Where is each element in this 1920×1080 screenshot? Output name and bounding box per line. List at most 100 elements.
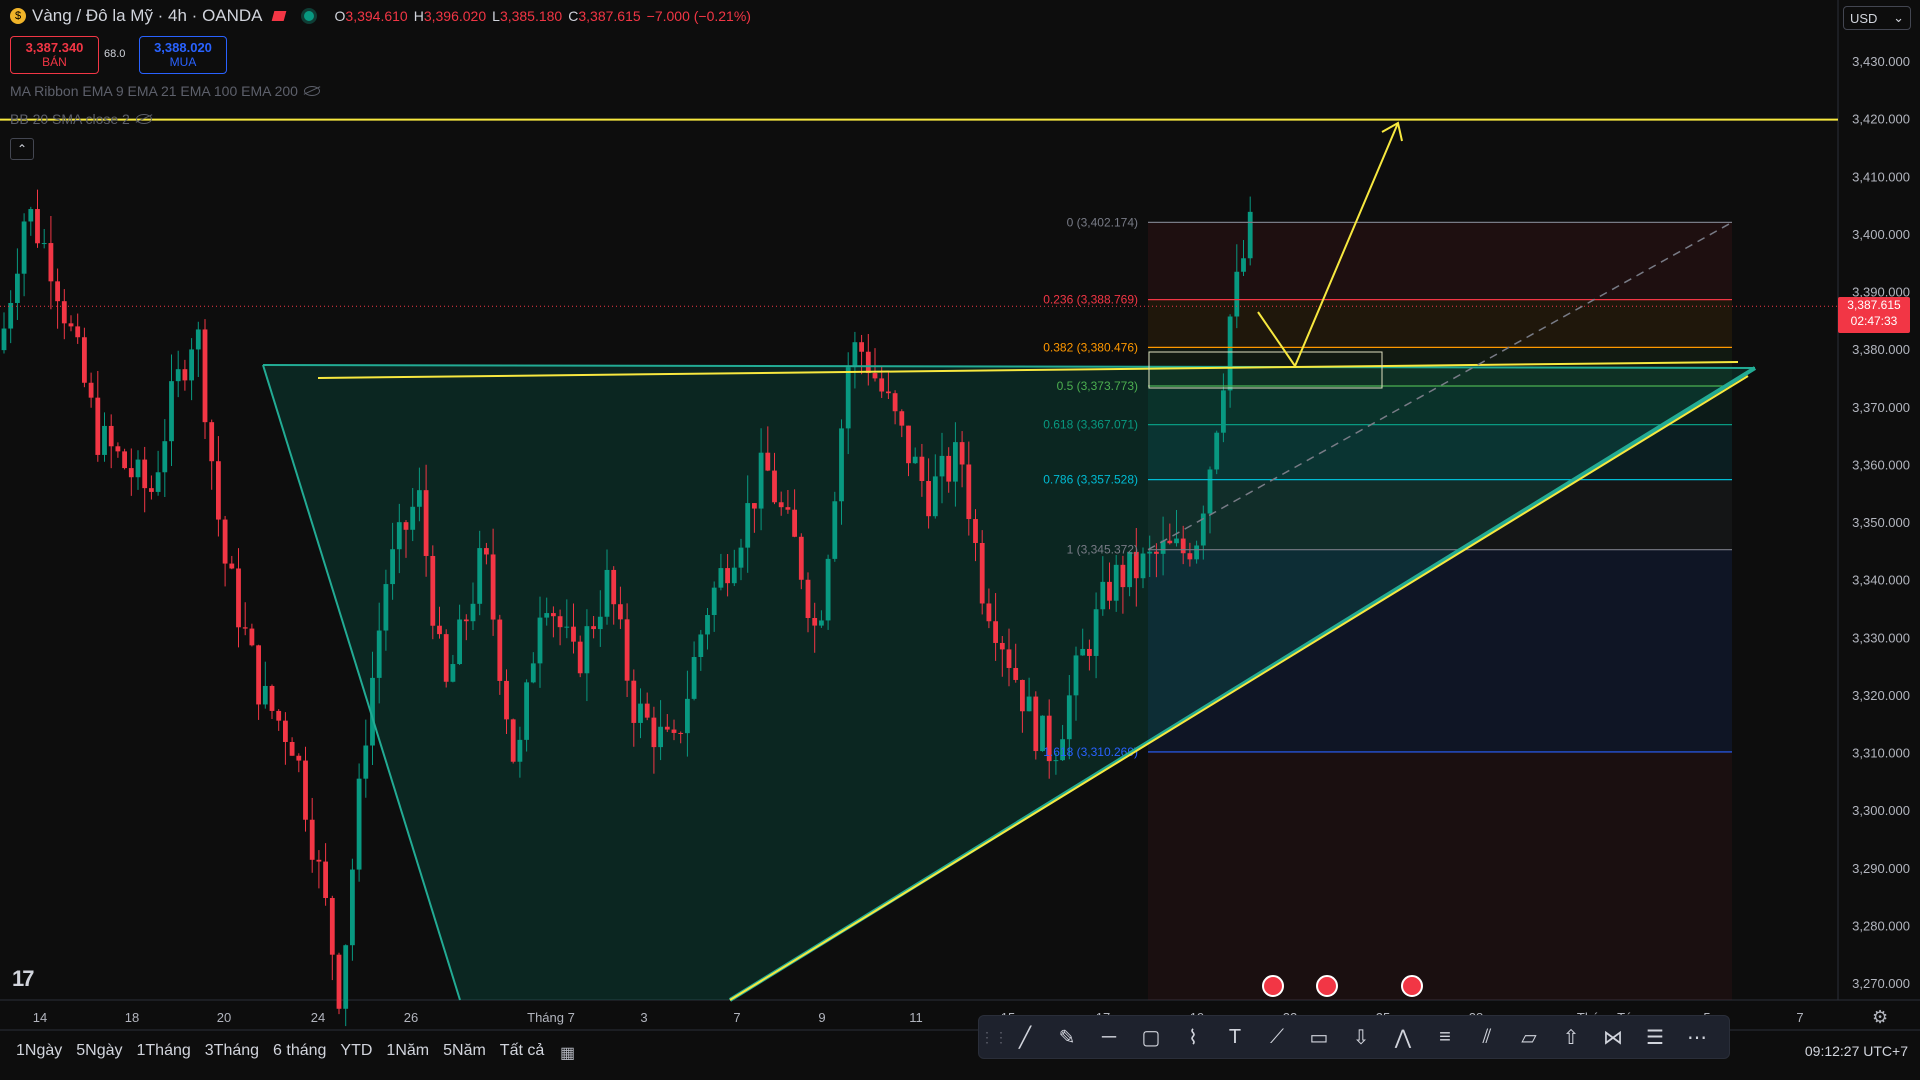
candle-body (363, 745, 369, 779)
symbol-header[interactable]: $ Vàng / Đô la Mỹ · 4h · OANDA O3,394.61… (10, 6, 751, 26)
price-chart[interactable]: 0 (3,402.174) 0.236 (3,388.769) 0.382 (3,3… (0, 0, 1920, 1080)
symbol-title[interactable]: Vàng / Đô la Mỹ · 4h · OANDA (32, 6, 263, 26)
candle-body (1, 328, 7, 351)
horizontal-line-icon[interactable]: ─ (1091, 1019, 1127, 1055)
currency-select[interactable]: USD ⌄ (1843, 6, 1911, 30)
fib-zone (1148, 751, 1732, 1000)
candle-body (564, 626, 570, 628)
time-axis-label: 7 (733, 1010, 740, 1025)
candle-body (1080, 648, 1086, 656)
range-1y[interactable]: 1Năm (386, 1042, 429, 1060)
candle-body (396, 522, 402, 550)
candle-body (1234, 271, 1240, 317)
range-ytd[interactable]: YTD (340, 1042, 372, 1060)
hidden-eye-icon[interactable] (303, 86, 320, 96)
more-lines-icon[interactable]: ⋯ (1679, 1019, 1715, 1055)
candle-body (316, 859, 322, 862)
time-axis-label: 7 (1796, 1010, 1803, 1025)
candle-body (510, 719, 516, 762)
candle-body (731, 567, 737, 584)
hidden-eye-icon[interactable] (135, 114, 152, 124)
candle-body (1020, 679, 1025, 712)
candle-body (993, 621, 998, 643)
indicator-bb[interactable]: BB 20 SMA close 2 (10, 111, 152, 127)
candle-body (1127, 551, 1132, 588)
candle-body (477, 548, 483, 604)
indicator-ma-ribbon[interactable]: MA Ribbon EMA 9 EMA 21 EMA 100 EMA 200 (10, 83, 320, 99)
candle-body (95, 397, 101, 455)
candle-body (544, 613, 550, 618)
range-all[interactable]: Tất cả (500, 1042, 544, 1060)
candle-body (122, 451, 127, 469)
candle-body (1053, 760, 1059, 762)
clock-timezone[interactable]: 09:12:27 UTC+7 (1805, 1043, 1908, 1059)
price-axis-label: 3,290.000 (1852, 861, 1910, 876)
us-event-icon[interactable] (1262, 975, 1284, 997)
rectangle-icon[interactable]: ▢ (1133, 1019, 1169, 1055)
fib-icon[interactable]: ≡ (1427, 1019, 1463, 1055)
candle-body (624, 619, 630, 681)
range-5y[interactable]: 5Năm (443, 1042, 486, 1060)
candle-body (15, 273, 20, 303)
range-5d[interactable]: 5Ngày (76, 1042, 122, 1060)
arrow-down-icon[interactable]: ⇩ (1343, 1019, 1379, 1055)
fib-level-label: 0.786 (3,357.528) (1043, 473, 1138, 487)
us-event-icon[interactable] (1401, 975, 1423, 997)
arrow-up-icon[interactable]: ⇧ (1553, 1019, 1589, 1055)
candle-body (551, 613, 556, 617)
candle-body (1120, 564, 1126, 588)
ray-icon[interactable]: ⟋ (1259, 1019, 1295, 1055)
gear-icon[interactable]: ⚙ (1872, 1007, 1892, 1027)
candle-body (745, 503, 751, 548)
candle-body (195, 329, 201, 350)
candle-body (383, 584, 389, 631)
price-axis-label: 3,370.000 (1852, 400, 1910, 415)
brush-icon[interactable]: ✎ (1049, 1019, 1085, 1055)
candle-body (75, 326, 81, 338)
us-event-icon[interactable] (1316, 975, 1338, 997)
candle-body (886, 391, 891, 394)
candle-body (644, 703, 650, 718)
candle-body (1100, 581, 1106, 610)
candle-body (953, 442, 958, 482)
xabcd-icon[interactable]: ⋈ (1595, 1019, 1631, 1055)
trend-line-icon[interactable]: ╱ (1007, 1019, 1043, 1055)
collapse-indicators-button[interactable]: ⌃ (10, 138, 34, 160)
buy-button[interactable]: 3,388.020 MUA (139, 36, 227, 74)
flag-icon[interactable] (271, 11, 286, 21)
range-1d[interactable]: 1Ngày (16, 1042, 62, 1060)
sell-button[interactable]: 3,387.340 BÁN (10, 36, 99, 74)
candle-body (839, 428, 844, 502)
price-axis-label: 3,330.000 (1852, 630, 1910, 645)
time-axis-label: 26 (404, 1010, 418, 1025)
candle-body (229, 563, 235, 569)
range-6m[interactable]: 6 tháng (273, 1042, 326, 1060)
drag-handle-icon[interactable]: ⋮⋮ (980, 1019, 1008, 1055)
candle-body (999, 642, 1005, 650)
candle-body (1147, 551, 1153, 554)
comment-icon[interactable]: ▱ (1511, 1019, 1547, 1055)
range-3m[interactable]: 3Tháng (205, 1042, 259, 1060)
time-axis-label: 3 (640, 1010, 647, 1025)
candle-body (946, 455, 952, 482)
candle-body (296, 755, 302, 761)
text-icon[interactable]: T (1217, 1019, 1253, 1055)
candle-body (1187, 553, 1193, 560)
candle-body (604, 569, 610, 617)
pattern-icon[interactable]: ⋀ (1385, 1019, 1421, 1055)
time-axis-label: 11 (909, 1010, 923, 1025)
candle-body (303, 760, 308, 820)
candle-body (758, 452, 764, 509)
tradingview-logo[interactable]: 17 (12, 966, 35, 992)
candle-body (410, 506, 416, 530)
candle-body (765, 452, 771, 471)
price-axis-label: 3,420.000 (1852, 112, 1910, 127)
candle-body (926, 481, 931, 517)
calendar-goto-icon[interactable]: ▦ (560, 1043, 582, 1063)
path-icon[interactable]: ⌇ (1175, 1019, 1211, 1055)
range-1m[interactable]: 1Tháng (137, 1042, 191, 1060)
callout-icon[interactable]: ▭ (1301, 1019, 1337, 1055)
fib-level-label: 0 (3,402.174) (1067, 215, 1138, 229)
settings-lines-icon[interactable]: ☰ (1637, 1019, 1673, 1055)
fib-channel-icon[interactable]: ⫽ (1469, 1019, 1505, 1055)
